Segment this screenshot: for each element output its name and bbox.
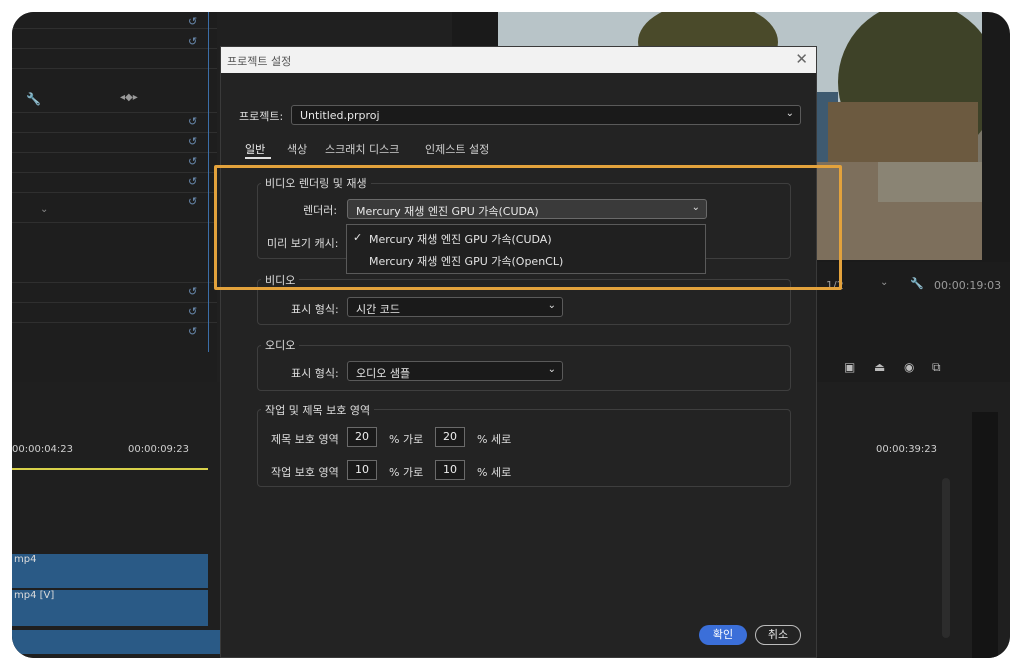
project-settings-dialog: 프로젝트 설정 ✕ 프로젝트: Untitled.prproj ⌄ 일반 색상 … — [220, 46, 817, 658]
reset-icon[interactable]: ↺ — [188, 306, 200, 318]
tab-color[interactable]: 색상 — [287, 141, 307, 157]
track-row — [12, 28, 217, 29]
action-safe-horizontal-input[interactable]: 10 — [347, 460, 377, 480]
track-row — [12, 282, 217, 283]
camera-icon[interactable]: ◉ — [904, 360, 914, 374]
audio-clip[interactable]: mp4 — [12, 554, 208, 588]
video-display-format-select[interactable]: 시간 코드 ⌄ — [347, 297, 563, 317]
scrollbar[interactable] — [942, 478, 950, 638]
track-row — [12, 222, 217, 223]
tab-scratch-disks[interactable]: 스크래치 디스크 — [325, 141, 399, 157]
ruler-time: 00:00:39:23 — [876, 444, 938, 455]
horizontal-unit-label: % 가로 — [389, 433, 424, 446]
chevron-down-icon: ⌄ — [785, 108, 794, 119]
project-label: 프로젝트: — [239, 110, 284, 123]
keyframe-nav-icon[interactable]: ◂◆▸ — [120, 92, 138, 103]
playhead-line — [208, 12, 209, 352]
tab-general[interactable]: 일반 — [245, 141, 265, 157]
track-row — [12, 192, 217, 193]
reset-icon[interactable]: ↺ — [188, 196, 200, 208]
close-icon[interactable]: ✕ — [795, 50, 808, 68]
horizontal-unit-label: % 가로 — [389, 466, 424, 479]
video-clip[interactable]: mp4 [V] — [12, 590, 208, 626]
video-display-format-label: 표시 형식: — [291, 303, 339, 316]
action-safe-vertical-input[interactable]: 10 — [435, 460, 465, 480]
wrench-icon[interactable]: 🔧 — [26, 92, 41, 106]
track-row — [12, 68, 217, 69]
track-row — [12, 172, 217, 173]
track-row — [12, 152, 217, 153]
project-value: Untitled.prproj — [300, 109, 380, 122]
dialog-title: 프로젝트 설정 — [227, 55, 292, 68]
track-row — [12, 48, 217, 49]
chevron-down-icon[interactable]: ⌄ — [880, 277, 888, 288]
reset-icon[interactable]: ↺ — [188, 36, 200, 48]
wrench-icon[interactable]: 🔧 — [910, 277, 924, 290]
compare-icon[interactable]: ⧉ — [932, 360, 941, 375]
highlight-box — [214, 165, 842, 290]
track-row — [12, 302, 217, 303]
project-select[interactable]: Untitled.prproj ⌄ — [291, 105, 801, 125]
action-safe-label: 작업 보호 영역 — [271, 466, 339, 479]
title-safe-vertical-input[interactable]: 20 — [435, 427, 465, 447]
work-area-bar[interactable] — [12, 468, 208, 470]
audio-display-format-value: 오디오 샘플 — [356, 367, 411, 380]
video-display-format-value: 시간 코드 — [356, 303, 400, 316]
reset-icon[interactable]: ↺ — [188, 136, 200, 148]
audio-meter — [972, 412, 998, 658]
chevron-down-icon: ⌄ — [547, 364, 556, 375]
program-timecode: 00:00:19:03 — [934, 279, 1002, 292]
dialog-titlebar: 프로젝트 설정 ✕ — [221, 47, 816, 73]
title-safe-horizontal-input[interactable]: 20 — [347, 427, 377, 447]
left-panel: ↺ ↺ ↺ ↺ ↺ ↺ ↺ ↺ ↺ ↺ 🔧 ◂◆▸ ⌄ — [12, 12, 217, 382]
track-row — [12, 322, 217, 323]
reset-icon[interactable]: ↺ — [188, 116, 200, 128]
group-title: 작업 및 제목 보호 영역 — [261, 402, 375, 418]
audio-display-format-select[interactable]: 오디오 샘플 ⌄ — [347, 361, 563, 381]
lift-icon[interactable]: ⏏ — [874, 360, 885, 374]
reset-icon[interactable]: ↺ — [188, 16, 200, 28]
reset-icon[interactable]: ↺ — [188, 326, 200, 338]
app-window: ↺ ↺ ↺ ↺ ↺ ↺ ↺ ↺ ↺ ↺ 🔧 ◂◆▸ ⌄ 1/2 ⌄ 🔧 00:0… — [12, 12, 1010, 658]
reset-icon[interactable]: ↺ — [188, 156, 200, 168]
program-controls: 1/2 ⌄ 🔧 00:00:19:03 ▣ ⏏ ◉ ⧉ — [814, 262, 1010, 382]
track-row — [12, 132, 217, 133]
audio-display-format-label: 표시 형식: — [291, 367, 339, 380]
active-tab-indicator — [245, 157, 271, 159]
reset-icon[interactable]: ↺ — [188, 176, 200, 188]
cancel-button[interactable]: 취소 — [755, 625, 801, 645]
ok-button[interactable]: 확인 — [699, 625, 747, 645]
ruler-time: 00:00:04:23 — [12, 444, 74, 455]
reset-icon[interactable]: ↺ — [188, 286, 200, 298]
export-frame-icon[interactable]: ▣ — [844, 360, 855, 374]
chevron-down-icon[interactable]: ⌄ — [40, 204, 48, 215]
vertical-unit-label: % 세로 — [477, 466, 512, 479]
chevron-down-icon: ⌄ — [547, 300, 556, 311]
title-safe-label: 제목 보호 영역 — [271, 433, 339, 446]
group-title: 오디오 — [261, 337, 300, 353]
tab-ingest-settings[interactable]: 인제스트 설정 — [425, 141, 489, 157]
vertical-unit-label: % 세로 — [477, 433, 512, 446]
track-row — [12, 112, 217, 113]
ruler-time: 00:00:09:23 — [128, 444, 190, 455]
